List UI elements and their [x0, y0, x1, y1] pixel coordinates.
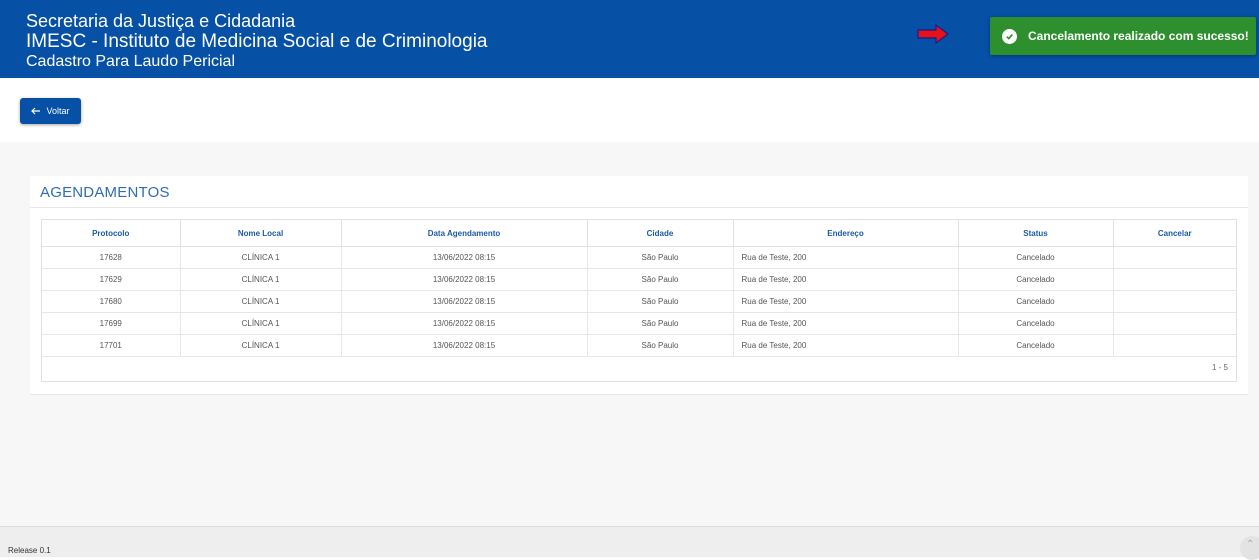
- table-row: 17628 CLÍNICA 1 13/06/2022 08:15 São Pau…: [42, 246, 1236, 269]
- cell-cancelar: [1113, 246, 1236, 269]
- cell-nome-local: CLÍNICA 1: [180, 246, 342, 269]
- cell-cidade: São Paulo: [587, 334, 734, 357]
- scroll-to-top-button[interactable]: ⌃: [1240, 536, 1259, 560]
- header-department: Secretaria da Justiça e Cidadania: [26, 11, 296, 31]
- cell-cancelar: [1113, 268, 1236, 291]
- cell-nome-local: CLÍNICA 1: [180, 312, 342, 335]
- cell-status: Cancelado: [958, 290, 1114, 313]
- release-label: Release 0.1: [8, 546, 51, 555]
- column-header-nome-local[interactable]: Nome Local: [180, 220, 342, 247]
- appointments-table-container: Protocolo Nome Local Data Agendamento Ci…: [41, 219, 1237, 382]
- column-header-cidade[interactable]: Cidade: [587, 220, 734, 247]
- success-toast[interactable]: Cancelamento realizado com sucesso!: [990, 17, 1256, 55]
- cell-data-agendamento: 13/06/2022 08:15: [341, 268, 588, 291]
- header-institute: IMESC - Instituto de Medicina Social e d…: [26, 31, 488, 52]
- cell-cidade: São Paulo: [587, 290, 734, 313]
- section-divider: [30, 207, 1248, 208]
- cell-endereco: Rua de Teste, 200: [733, 312, 959, 335]
- cell-nome-local: CLÍNICA 1: [180, 290, 342, 313]
- column-header-endereco[interactable]: Endereço: [733, 220, 959, 247]
- section-title: AGENDAMENTOS: [40, 184, 170, 201]
- column-header-cancelar[interactable]: Cancelar: [1113, 220, 1236, 247]
- page-footer: Release 0.1: [0, 526, 1259, 557]
- header-page-subtitle: Cadastro Para Laudo Pericial: [26, 53, 236, 70]
- cell-cancelar: [1113, 334, 1236, 357]
- check-circle-icon: [1002, 28, 1017, 44]
- cell-data-agendamento: 13/06/2022 08:15: [341, 290, 588, 313]
- table-row: 17701 CLÍNICA 1 13/06/2022 08:15 São Pau…: [42, 334, 1236, 357]
- cell-data-agendamento: 13/06/2022 08:15: [341, 312, 588, 335]
- annotation-arrow-icon: [917, 24, 949, 44]
- cell-nome-local: CLÍNICA 1: [180, 268, 342, 291]
- cell-cidade: São Paulo: [587, 268, 734, 291]
- back-button-label: Voltar: [46, 106, 70, 116]
- table-row: 17680 CLÍNICA 1 13/06/2022 08:15 São Pau…: [42, 290, 1236, 313]
- cell-protocolo: 17699: [42, 312, 181, 335]
- toast-message: Cancelamento realizado com sucesso!: [1028, 29, 1249, 43]
- cell-status: Cancelado: [958, 334, 1114, 357]
- table-row: 17629 CLÍNICA 1 13/06/2022 08:15 São Pau…: [42, 268, 1236, 291]
- cell-nome-local: CLÍNICA 1: [180, 334, 342, 357]
- column-header-status[interactable]: Status: [958, 220, 1114, 247]
- table-header-row: Protocolo Nome Local Data Agendamento Ci…: [42, 220, 1236, 247]
- app-header: Secretaria da Justiça e Cidadania IMESC …: [0, 0, 1259, 78]
- cell-protocolo: 17628: [42, 246, 181, 269]
- cell-status: Cancelado: [958, 312, 1114, 335]
- back-button[interactable]: Voltar: [20, 98, 81, 124]
- cell-protocolo: 17680: [42, 290, 181, 313]
- cell-status: Cancelado: [958, 246, 1114, 269]
- cell-status: Cancelado: [958, 268, 1114, 291]
- arrow-left-icon: [31, 107, 41, 115]
- chevron-up-icon: ⌃: [1246, 539, 1255, 550]
- cell-endereco: Rua de Teste, 200: [733, 290, 959, 313]
- cell-endereco: Rua de Teste, 200: [733, 334, 959, 357]
- appointments-card: AGENDAMENTOS Protocolo Nome Local Data A…: [30, 176, 1248, 395]
- cell-data-agendamento: 13/06/2022 08:15: [341, 246, 588, 269]
- cell-protocolo: 17629: [42, 268, 181, 291]
- cell-cancelar: [1113, 290, 1236, 313]
- cell-data-agendamento: 13/06/2022 08:15: [341, 334, 588, 357]
- cell-endereco: Rua de Teste, 200: [733, 246, 959, 269]
- column-header-protocolo[interactable]: Protocolo: [42, 220, 181, 247]
- cell-cidade: São Paulo: [587, 312, 734, 335]
- cell-cidade: São Paulo: [587, 246, 734, 269]
- cell-protocolo: 17701: [42, 334, 181, 357]
- appointments-table: Protocolo Nome Local Data Agendamento Ci…: [42, 220, 1236, 357]
- cell-endereco: Rua de Teste, 200: [733, 268, 959, 291]
- cell-cancelar: [1113, 312, 1236, 335]
- column-header-data-agendamento[interactable]: Data Agendamento: [341, 220, 588, 247]
- table-row: 17699 CLÍNICA 1 13/06/2022 08:15 São Pau…: [42, 312, 1236, 335]
- pagination-info: 1 - 5: [1211, 363, 1228, 372]
